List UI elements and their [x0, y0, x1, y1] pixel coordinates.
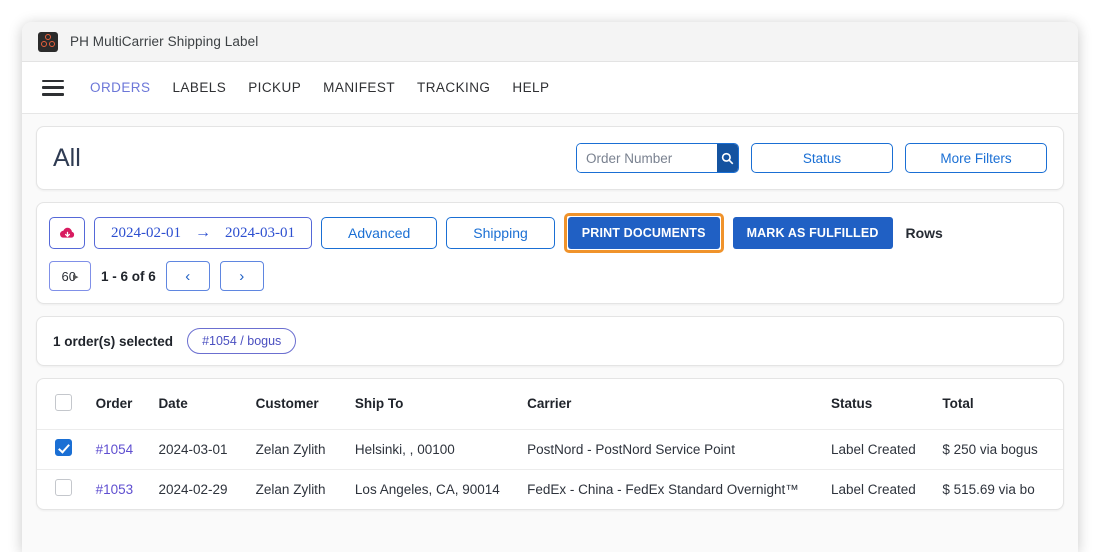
- main-navigation: ORDERS LABELS PICKUP MANIFEST TRACKING H…: [22, 62, 1078, 114]
- orders-table-card: Order Date Customer Ship To Carrier Stat…: [36, 378, 1064, 510]
- selected-count-label: 1 order(s) selected: [53, 333, 174, 349]
- app-window: PH MultiCarrier Shipping Label ORDERS LA…: [22, 22, 1078, 552]
- more-filters-button[interactable]: More Filters: [905, 143, 1047, 173]
- toolbar-primary-row: 2024-02-01 → 2024-03-01 Advanced Shippin…: [49, 213, 1051, 253]
- toolbar-pagination-row: 60 ▸ 1 - 6 of 6 ‹ ›: [49, 261, 1051, 291]
- page-range-label: 1 - 6 of 6: [101, 268, 156, 284]
- selected-order-chip[interactable]: #1054 / bogus: [187, 328, 297, 354]
- page-title: All: [53, 143, 81, 172]
- header-filter-card: All Status More Filters: [36, 126, 1064, 190]
- table-row[interactable]: #1053 2024-02-29 Zelan Zylith Los Angele…: [37, 469, 1063, 509]
- cell-ship-to: Helsinki, , 00100: [346, 429, 520, 470]
- cell-customer: Zelan Zylith: [247, 429, 347, 470]
- column-header-customer: Customer: [247, 379, 347, 430]
- toolbar-card: 2024-02-01 → 2024-03-01 Advanced Shippin…: [36, 202, 1064, 304]
- window-title: PH MultiCarrier Shipping Label: [70, 34, 259, 49]
- shipping-button[interactable]: Shipping: [446, 217, 555, 249]
- row-checkbox[interactable]: [55, 439, 72, 456]
- cell-customer: Zelan Zylith: [255, 481, 326, 497]
- previous-page-button[interactable]: ‹: [165, 261, 210, 291]
- search-input[interactable]: [577, 144, 718, 172]
- cell-ship-to: Los Angeles, CA, 90014: [354, 481, 500, 497]
- select-all-header: [37, 379, 88, 430]
- cell-status: Label Created: [830, 481, 916, 497]
- order-link[interactable]: #1053: [96, 482, 134, 497]
- hamburger-menu-icon[interactable]: [42, 79, 64, 96]
- nav-item-tracking[interactable]: TRACKING: [417, 80, 490, 95]
- window-title-bar: PH MultiCarrier Shipping Label: [22, 22, 1078, 62]
- date-from: 2024-02-01: [111, 224, 181, 241]
- page-body: All Status More Filters: [22, 114, 1078, 552]
- column-header-status: Status: [822, 379, 935, 430]
- selection-summary-card: 1 order(s) selected #1054 / bogus: [36, 316, 1064, 366]
- mark-as-fulfilled-button[interactable]: MARK AS FULFILLED: [732, 217, 893, 249]
- cell-carrier: FedEx - China - FedEx Standard Overnight…: [527, 481, 799, 497]
- cell-carrier: PostNord - PostNord Service Point: [519, 429, 823, 470]
- rows-label: Rows: [905, 225, 943, 241]
- nav-item-labels[interactable]: LABELS: [172, 80, 226, 95]
- order-number-search: [576, 143, 739, 173]
- nav-item-orders[interactable]: ORDERS: [90, 80, 150, 95]
- rows-per-page-select[interactable]: 60 ▸: [49, 261, 91, 291]
- row-select-cell: [37, 469, 88, 509]
- row-select-cell: [37, 429, 88, 470]
- column-header-total: Total: [934, 379, 1063, 430]
- advanced-button[interactable]: Advanced: [321, 217, 438, 249]
- cell-status: Label Created: [822, 429, 935, 470]
- cloud-download-icon[interactable]: [49, 217, 85, 249]
- print-documents-button[interactable]: PRINT DOCUMENTS: [567, 217, 720, 249]
- column-header-ship-to: Ship To: [346, 379, 520, 430]
- order-link[interactable]: #1054: [96, 442, 134, 457]
- column-header-order: Order: [87, 379, 151, 430]
- nav-item-pickup[interactable]: PICKUP: [248, 80, 301, 95]
- print-documents-focus-ring: PRINT DOCUMENTS: [563, 213, 724, 253]
- column-header-carrier: Carrier: [519, 379, 823, 430]
- app-logo-icon: [38, 31, 58, 52]
- nav-item-manifest[interactable]: MANIFEST: [323, 80, 395, 95]
- cell-total: $ 515.69 via bo: [942, 481, 1035, 497]
- table-header-row: Order Date Customer Ship To Carrier Stat…: [37, 379, 1063, 430]
- row-checkbox[interactable]: [55, 479, 72, 497]
- status-filter-button[interactable]: Status: [751, 143, 893, 173]
- select-all-checkbox[interactable]: [55, 393, 72, 411]
- filter-controls: Status More Filters: [576, 143, 1047, 173]
- chevron-down-icon: ▸: [72, 270, 79, 283]
- table-row[interactable]: #1054 2024-03-01 Zelan Zylith Helsinki, …: [37, 429, 1063, 470]
- orders-table: Order Date Customer Ship To Carrier Stat…: [37, 379, 1063, 509]
- date-range-picker[interactable]: 2024-02-01 → 2024-03-01: [94, 217, 312, 249]
- column-header-date: Date: [150, 379, 248, 430]
- date-arrow-icon: →: [195, 224, 211, 241]
- cell-date: 2024-03-01: [150, 429, 248, 470]
- next-page-button[interactable]: ›: [219, 261, 264, 291]
- search-icon[interactable]: [717, 144, 738, 172]
- cell-date: 2024-02-29: [158, 481, 228, 497]
- cell-total: $ 250 via bogus: [934, 429, 1063, 470]
- date-to: 2024-03-01: [225, 224, 295, 241]
- nav-item-help[interactable]: HELP: [512, 80, 549, 95]
